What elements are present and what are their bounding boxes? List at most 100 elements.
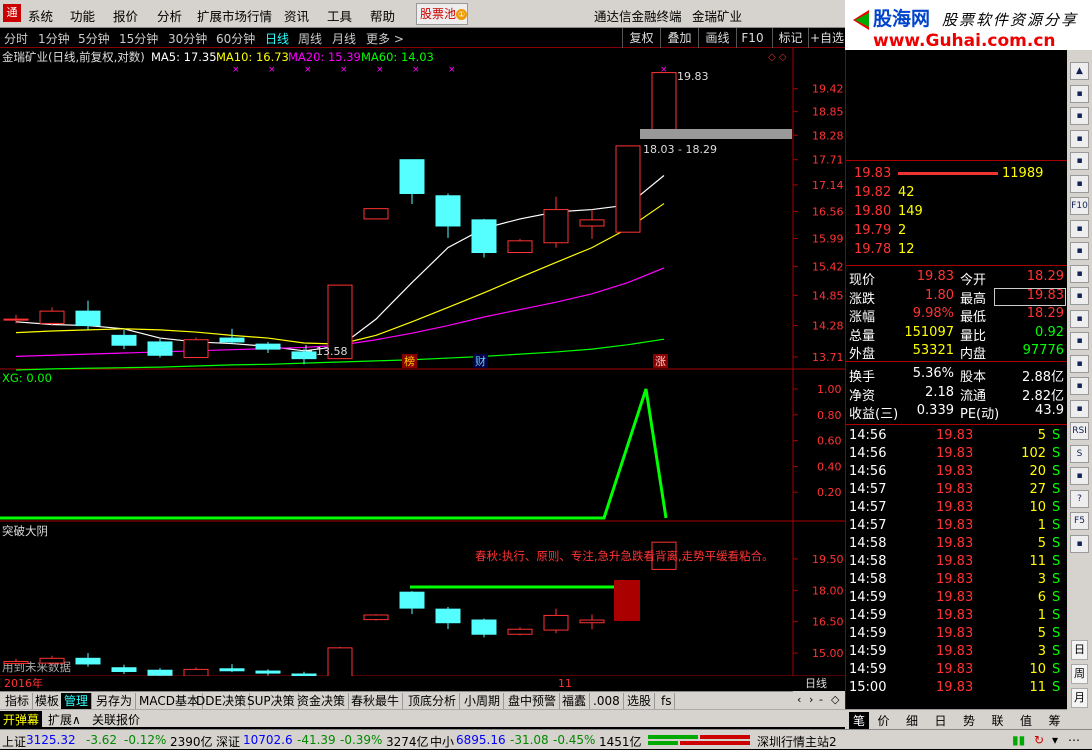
menu-news[interactable]: 资讯 xyxy=(284,6,309,25)
flow-icon[interactable]: ▪ xyxy=(1070,264,1089,283)
scroll-right-icon[interactable]: › xyxy=(809,693,813,706)
export-icon[interactable]: ▪ xyxy=(1070,354,1089,373)
tick-row[interactable]: 14:57 19.83 27 S xyxy=(846,482,1068,500)
tick-row[interactable]: 14:58 19.83 11 S xyxy=(846,554,1068,572)
indicator-tab[interactable]: 指标 xyxy=(2,693,34,709)
wave-icon[interactable]: ▪ xyxy=(1070,399,1089,418)
indicator-tab[interactable]: 春秋最牛 xyxy=(348,693,404,709)
table-icon[interactable]: ▪ xyxy=(1070,174,1089,193)
indicator-tab[interactable]: 盘中预警 xyxy=(505,693,561,709)
overlay-button[interactable]: 叠加 xyxy=(660,28,698,48)
quote-tab[interactable]: 价 xyxy=(878,712,890,729)
period-60min[interactable]: 60分钟 xyxy=(216,30,255,47)
chart-area[interactable]: 金瑞矿业(日线,前复权,对数) MA5: 17.35 MA10: 16.73 M… xyxy=(0,48,845,690)
side-period-0[interactable]: 日 xyxy=(1071,640,1088,660)
quote-tab[interactable]: 联 xyxy=(992,712,1004,729)
quote-tab[interactable]: 筹 xyxy=(1049,712,1061,729)
settings-icon[interactable]: ⋯ xyxy=(1068,733,1080,747)
tick-row[interactable]: 14:56 19.83 20 S xyxy=(846,464,1068,482)
chart-icon[interactable]: ▪ xyxy=(1070,152,1089,170)
tick-row[interactable]: 14:59 19.83 3 S xyxy=(846,644,1068,662)
indicator-tab[interactable]: 资金决策 xyxy=(294,693,350,709)
refresh-icon[interactable]: ↻ xyxy=(1034,733,1044,747)
tick-row[interactable]: 14:59 19.83 6 S xyxy=(846,590,1068,608)
book-icon[interactable]: ▪ xyxy=(1070,84,1089,103)
menu-quote[interactable]: 报价 xyxy=(113,6,138,25)
tick-row[interactable]: 15:00 19.83 11 S xyxy=(846,680,1068,698)
scroll-arrows[interactable]: ‹ › - ◇ xyxy=(793,691,845,709)
tick-row[interactable]: 14:59 19.83 10 S xyxy=(846,662,1068,680)
indicator-tab[interactable]: DDE决策 xyxy=(193,693,251,709)
tick-row[interactable]: 14:58 19.83 5 S xyxy=(846,536,1068,554)
line-chart-icon[interactable]: ▪ xyxy=(1070,287,1089,305)
related-quote-tab[interactable]: 关联报价 xyxy=(92,711,140,728)
f10-button[interactable]: F10 xyxy=(736,28,768,48)
menu-help[interactable]: 帮助 xyxy=(370,6,395,25)
period-30min[interactable]: 30分钟 xyxy=(168,30,207,47)
list-icon[interactable]: ▪ xyxy=(1070,107,1089,125)
quote-tab[interactable]: 细 xyxy=(906,712,918,729)
menu-function[interactable]: 功能 xyxy=(70,6,95,25)
rsi-icon[interactable]: RSI xyxy=(1070,422,1089,440)
zoom-in-icon[interactable]: ◇ xyxy=(831,693,839,706)
period-1min[interactable]: 1分钟 xyxy=(38,30,70,47)
info-icon[interactable]: ▾ xyxy=(1052,733,1058,747)
scroll-left-icon[interactable]: ‹ xyxy=(797,693,801,706)
tick-row[interactable]: 14:57 19.83 1 S xyxy=(846,518,1068,536)
help-icon[interactable]: ? xyxy=(1070,489,1089,508)
stock-pool-button[interactable]: 股票池 ① xyxy=(416,3,468,25)
period-daily[interactable]: 日线 xyxy=(265,30,289,47)
zoom-out-icon[interactable]: - xyxy=(819,693,823,706)
f10-icon[interactable]: F10 xyxy=(1070,197,1089,215)
add-favorite-button[interactable]: +自选 xyxy=(808,28,845,48)
up-arrow-icon[interactable]: ▲ xyxy=(1070,62,1089,80)
side-period-2[interactable]: 月 xyxy=(1071,688,1088,708)
tick-row[interactable]: 14:59 19.83 5 S xyxy=(846,626,1068,644)
chart-svg[interactable]: 金瑞矿业(日线,前复权,对数) MA5: 17.35 MA10: 16.73 M… xyxy=(0,48,845,690)
period-5min[interactable]: 5分钟 xyxy=(78,30,110,47)
period-weekly[interactable]: 周线 xyxy=(298,30,322,47)
move-icon[interactable]: ▪ xyxy=(1070,467,1089,485)
indicator-tab[interactable]: 小周期 xyxy=(461,693,505,709)
draw-line-button[interactable]: 画线 xyxy=(698,28,736,48)
tick-row[interactable]: 14:57 19.83 10 S xyxy=(846,500,1068,518)
menu-extended-market[interactable]: 扩展市场行情 xyxy=(197,6,272,25)
indicator-tab[interactable]: 顶底分析 xyxy=(405,693,461,709)
mark-button[interactable]: 标记 xyxy=(772,28,808,48)
period-15min[interactable]: 15分钟 xyxy=(119,30,158,47)
side-period-1[interactable]: 周 xyxy=(1071,664,1088,684)
extend-tab[interactable]: 扩展∧ xyxy=(48,711,81,728)
indicator-tab[interactable]: 模板 xyxy=(32,693,64,709)
period-more[interactable]: 更多 > xyxy=(366,30,404,47)
quote-tab[interactable]: 日 xyxy=(935,712,947,729)
danmu-tab[interactable]: 开弹幕 xyxy=(0,711,43,728)
tick-row[interactable]: 14:58 19.83 3 S xyxy=(846,572,1068,590)
dollar-icon[interactable]: S xyxy=(1070,444,1089,463)
indicator-tab[interactable]: 管理 xyxy=(61,693,93,709)
indicator-tab[interactable]: 福蠹 xyxy=(559,693,591,709)
indicator-tab[interactable]: 选股 xyxy=(624,693,656,709)
grid-icon[interactable]: ▪ xyxy=(1070,129,1089,148)
indicator-tab[interactable]: .008 xyxy=(590,693,624,709)
building-icon[interactable]: ▪ xyxy=(1070,309,1089,328)
power-icon[interactable]: ▪ xyxy=(1070,377,1089,395)
tick-row[interactable]: 14:59 19.83 1 S xyxy=(846,608,1068,626)
quote-tab[interactable]: 笔 xyxy=(849,712,870,729)
menu-analysis[interactable]: 分析 xyxy=(157,6,182,25)
tick-row[interactable]: 14:56 19.83 102 S xyxy=(846,446,1068,464)
card-icon[interactable]: ▪ xyxy=(1070,332,1089,350)
period-monthly[interactable]: 月线 xyxy=(332,30,356,47)
menu-tools[interactable]: 工具 xyxy=(327,6,352,25)
indicator-tab[interactable]: fs xyxy=(658,693,676,709)
quote-tab[interactable]: 势 xyxy=(963,712,975,729)
indicator-tab[interactable]: SUP决策 xyxy=(244,693,299,709)
fuquan-button[interactable]: 复权 xyxy=(622,28,660,48)
indicator-tab[interactable]: 另存为 xyxy=(93,693,137,709)
news-icon[interactable]: ▪ xyxy=(1070,219,1089,238)
globe-icon[interactable]: ▪ xyxy=(1070,534,1089,553)
quote-tab[interactable]: 值 xyxy=(1020,712,1032,729)
f5-icon[interactable]: F5 xyxy=(1070,512,1089,530)
notes-icon[interactable]: ▪ xyxy=(1070,242,1089,260)
menu-system[interactable]: 系统 xyxy=(28,6,53,25)
period-intraday[interactable]: 分时 xyxy=(4,30,28,47)
